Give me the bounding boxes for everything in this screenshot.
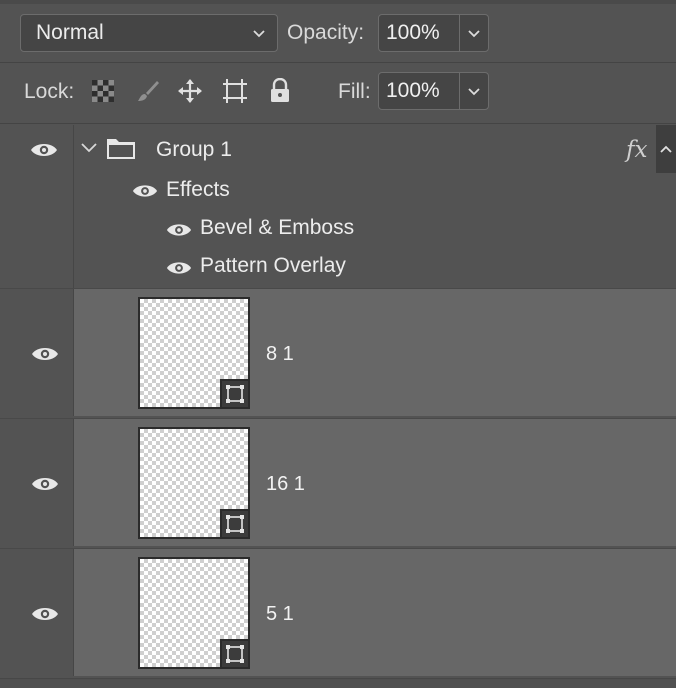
fill-field[interactable]: 100% xyxy=(378,72,489,110)
fill-label: Fill: xyxy=(338,80,371,103)
opacity-field[interactable]: 100% xyxy=(378,14,489,52)
fill-input[interactable]: 100% xyxy=(379,73,459,109)
eye-icon[interactable] xyxy=(31,605,59,623)
layer-row[interactable]: 5 1 xyxy=(0,548,676,676)
scrollbar-up-button[interactable] xyxy=(656,125,676,173)
fx-icon[interactable]: fx xyxy=(626,137,647,163)
eye-icon[interactable] xyxy=(31,475,59,493)
effects-label[interactable]: Effects xyxy=(166,178,230,202)
layer-thumbnail[interactable] xyxy=(138,297,250,409)
divider xyxy=(0,62,676,63)
chevron-down-icon[interactable] xyxy=(80,141,98,155)
folder-icon xyxy=(107,139,135,159)
layer-name[interactable]: 16 1 xyxy=(266,473,305,496)
lock-label: Lock: xyxy=(24,80,75,103)
layer-thumbnail[interactable] xyxy=(138,557,250,669)
eye-icon[interactable] xyxy=(31,345,59,363)
smart-object-badge xyxy=(220,639,250,669)
divider xyxy=(0,123,676,124)
smart-object-badge xyxy=(220,379,250,409)
eye-icon[interactable] xyxy=(132,182,158,200)
lock-artboard-button[interactable] xyxy=(222,78,248,104)
layer-row[interactable]: 16 1 xyxy=(0,418,676,546)
lock-position-button[interactable] xyxy=(177,78,203,104)
smart-object-icon xyxy=(226,515,244,533)
chevron-down-icon xyxy=(253,30,265,38)
eye-icon[interactable] xyxy=(30,141,58,159)
chevron-down-icon xyxy=(468,88,480,96)
move-icon xyxy=(178,79,202,103)
layer-thumbnail[interactable] xyxy=(138,427,250,539)
opacity-input[interactable]: 100% xyxy=(379,15,459,51)
smart-object-badge xyxy=(220,509,250,539)
eye-icon[interactable] xyxy=(166,259,192,277)
checkerboard-icon xyxy=(92,80,114,102)
effect-pattern-overlay[interactable]: Pattern Overlay xyxy=(200,254,346,278)
smart-object-icon xyxy=(226,385,244,403)
artboard-icon xyxy=(223,79,247,103)
opacity-label: Opacity: xyxy=(287,21,365,44)
group-layer-row[interactable]: Group 1 fx Effects Bevel & Emboss Patter… xyxy=(0,125,676,288)
brush-icon xyxy=(138,81,159,101)
layer-name[interactable]: 5 1 xyxy=(266,603,294,626)
group-name[interactable]: Group 1 xyxy=(156,138,232,162)
panel-bottom-edge xyxy=(0,678,676,688)
blend-mode-dropdown[interactable]: Normal xyxy=(20,14,278,52)
chevron-up-icon xyxy=(660,145,672,153)
fill-dropdown-button[interactable] xyxy=(459,73,488,109)
effect-bevel-emboss[interactable]: Bevel & Emboss xyxy=(200,216,354,240)
smart-object-icon xyxy=(226,645,244,663)
blend-mode-value: Normal xyxy=(36,21,104,44)
layer-row[interactable]: 8 1 xyxy=(0,288,676,416)
lock-image-pixels-button[interactable] xyxy=(135,78,161,104)
layers-panel: Normal Opacity: 100% Lock: Fill: 100% Gr… xyxy=(0,0,676,688)
chevron-down-icon xyxy=(468,30,480,38)
opacity-dropdown-button[interactable] xyxy=(459,15,488,51)
padlock-icon xyxy=(271,78,289,102)
eye-icon[interactable] xyxy=(166,221,192,239)
lock-transparent-pixels-button[interactable] xyxy=(90,78,116,104)
panel-top-border xyxy=(0,0,676,4)
lock-all-button[interactable] xyxy=(267,78,293,104)
layer-name[interactable]: 8 1 xyxy=(266,343,294,366)
